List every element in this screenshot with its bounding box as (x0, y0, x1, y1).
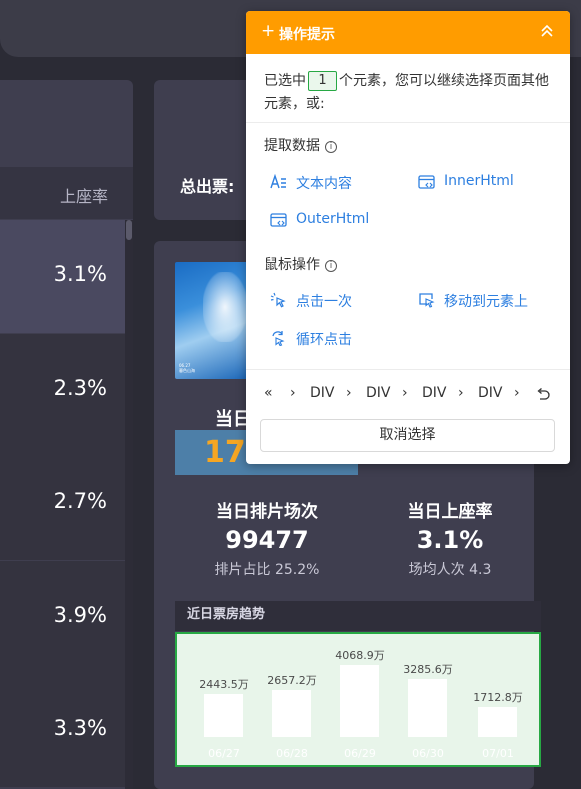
trend-bar-column[interactable]: 3285.6万 06/30 (398, 634, 458, 765)
extract-outerhtml-action[interactable]: OuterHtml (270, 211, 390, 231)
action-label: 点击一次 (296, 294, 352, 310)
occupancy-value: 2.3% (53, 376, 107, 400)
poster-cloud (203, 272, 247, 342)
trend-bar (204, 694, 243, 737)
selection-message: 已选中 1 个元素，您可以继续选择页面其他元素，或: (264, 70, 559, 116)
loop-click-icon (272, 331, 285, 346)
bar-value-label: 3285.6万 (403, 663, 453, 676)
action-label: InnerHtml (444, 173, 514, 189)
message-prefix: 已选中 (264, 73, 306, 89)
stat-sub: 场均人次 4.3 (408, 562, 492, 578)
bar-date-label: 06/29 (344, 747, 376, 760)
column-header-occupancy: 上座率 (59, 187, 108, 206)
collapse-chevron-icon[interactable] (540, 23, 554, 39)
divider (246, 369, 570, 370)
table-row[interactable]: 3.9% (0, 561, 125, 674)
bar-date-label: 06/28 (276, 747, 308, 760)
trend-title: 近日票房趋势 (175, 601, 541, 631)
scrollbar-thumb[interactable] (126, 220, 132, 240)
table-scrollbar[interactable] (125, 220, 133, 789)
plus-icon: + (261, 21, 276, 41)
breadcrumb-separator: › (458, 385, 464, 401)
info-icon[interactable]: i (325, 141, 337, 153)
trend-bar (408, 679, 447, 737)
occupancy-value: 3.1% (53, 262, 107, 286)
breadcrumb-separator: › (514, 385, 520, 401)
trend-chart[interactable]: 2443.5万 06/27 2657.2万 06/28 4068.9万 06/29 3285… (175, 632, 541, 767)
click-icon (270, 292, 286, 308)
bar-value-label: 4068.9万 (335, 649, 385, 662)
extract-innerhtml-action[interactable]: InnerHtml (418, 173, 538, 193)
trend-bar-column[interactable]: 2657.2万 06/28 (262, 634, 322, 765)
bar-date-label: 06/27 (208, 747, 240, 760)
action-label: 文本内容 (296, 176, 352, 192)
total-tickets-label: 总出票: (180, 177, 235, 196)
breadcrumb-item[interactable]: DIV (422, 385, 447, 401)
click-once-action[interactable]: 点击一次 (270, 291, 390, 311)
stat-sub: 排片占比 25.2% (214, 562, 320, 578)
text-content-icon (270, 174, 286, 189)
hover-action[interactable]: 移动到元素上 (418, 291, 558, 311)
action-label: OuterHtml (296, 211, 370, 227)
table-row[interactable]: 2.3% (0, 334, 125, 447)
movie-poster[interactable]: 06.27 暮色山海 (175, 262, 249, 379)
bar-value-label: 2657.2万 (267, 674, 317, 687)
breadcrumb-separator: › (346, 385, 352, 401)
trend-bar (272, 690, 311, 737)
action-label: 循环点击 (296, 332, 352, 348)
message-suffix: 个元素，您可以继续选择页面其他元素，或: (264, 73, 549, 112)
hover-icon (419, 293, 435, 308)
extract-data-title: 提取数据 i (264, 135, 337, 155)
stat-label: 当日排片场次 (216, 502, 318, 522)
trend-bar-column[interactable]: 1712.8万 07/01 (468, 634, 528, 765)
table-row[interactable]: 3.1% (0, 220, 125, 333)
table-header: 上座率 (0, 167, 133, 219)
selected-count-badge: 1 (308, 71, 337, 91)
innerhtml-icon (418, 175, 435, 189)
popup-title: 操作提示 (279, 27, 335, 43)
poster-caption: 06.27 暮色山海 (179, 363, 195, 373)
extract-text-action[interactable]: 文本内容 (270, 173, 390, 193)
trend-bar-column[interactable]: 4068.9万 06/29 (330, 634, 390, 765)
bar-date-label: 07/01 (482, 747, 514, 760)
table-row[interactable]: 3.3% (0, 674, 125, 787)
screenings-stat: 当日排片场次 99477 排片占比 25.2% (202, 497, 332, 579)
stat-value: 99477 (225, 526, 309, 554)
trend-bar (340, 665, 379, 737)
breadcrumb-separator: › (402, 385, 408, 401)
trend-bar-column[interactable]: 2443.5万 06/27 (194, 634, 254, 765)
breadcrumb-item[interactable]: DIV (366, 385, 391, 401)
action-label: 移动到元素上 (444, 294, 528, 310)
outerhtml-icon (270, 213, 287, 227)
occupancy-stat: 当日上座率 3.1% 场均人次 4.3 (385, 497, 515, 579)
stat-label: 当日上座率 (407, 502, 493, 522)
occupancy-value: 2.7% (53, 489, 107, 513)
stat-value: 3.1% (416, 526, 484, 554)
extract-data-label: 提取数据 (264, 138, 320, 154)
breadcrumb-item[interactable]: DIV (310, 385, 335, 401)
undo-icon[interactable] (536, 388, 550, 401)
element-breadcrumb: « › DIV › DIV › DIV › DIV › (264, 385, 559, 405)
bar-value-label: 2443.5万 (199, 678, 249, 691)
trend-bar (478, 707, 517, 737)
occupancy-value: 3.3% (53, 716, 107, 740)
cancel-selection-button[interactable]: 取消选择 (260, 419, 555, 452)
left-table-card: 上座率 3.1% 2.3% 2.7% 3.9% 3.3% (0, 80, 133, 789)
mouse-action-title: 鼠标操作 i (264, 254, 337, 274)
info-icon[interactable]: i (325, 260, 337, 272)
bar-date-label: 06/30 (412, 747, 444, 760)
breadcrumb-separator: › (290, 385, 296, 401)
operation-tip-popup: + 操作提示 已选中 1 个元素，您可以继续选择页面其他元素，或: 提取数据 i 文本… (246, 11, 570, 464)
loop-click-action[interactable]: 循环点击 (270, 329, 390, 349)
occupancy-value: 3.9% (53, 603, 107, 627)
table-row[interactable]: 2.7% (0, 447, 125, 560)
breadcrumb-first-icon[interactable]: « (264, 385, 273, 401)
bar-value-label: 1712.8万 (473, 691, 523, 704)
divider (246, 122, 570, 123)
mouse-action-label: 鼠标操作 (264, 257, 320, 273)
popup-header[interactable]: + 操作提示 (246, 11, 570, 54)
breadcrumb-item[interactable]: DIV (478, 385, 503, 401)
